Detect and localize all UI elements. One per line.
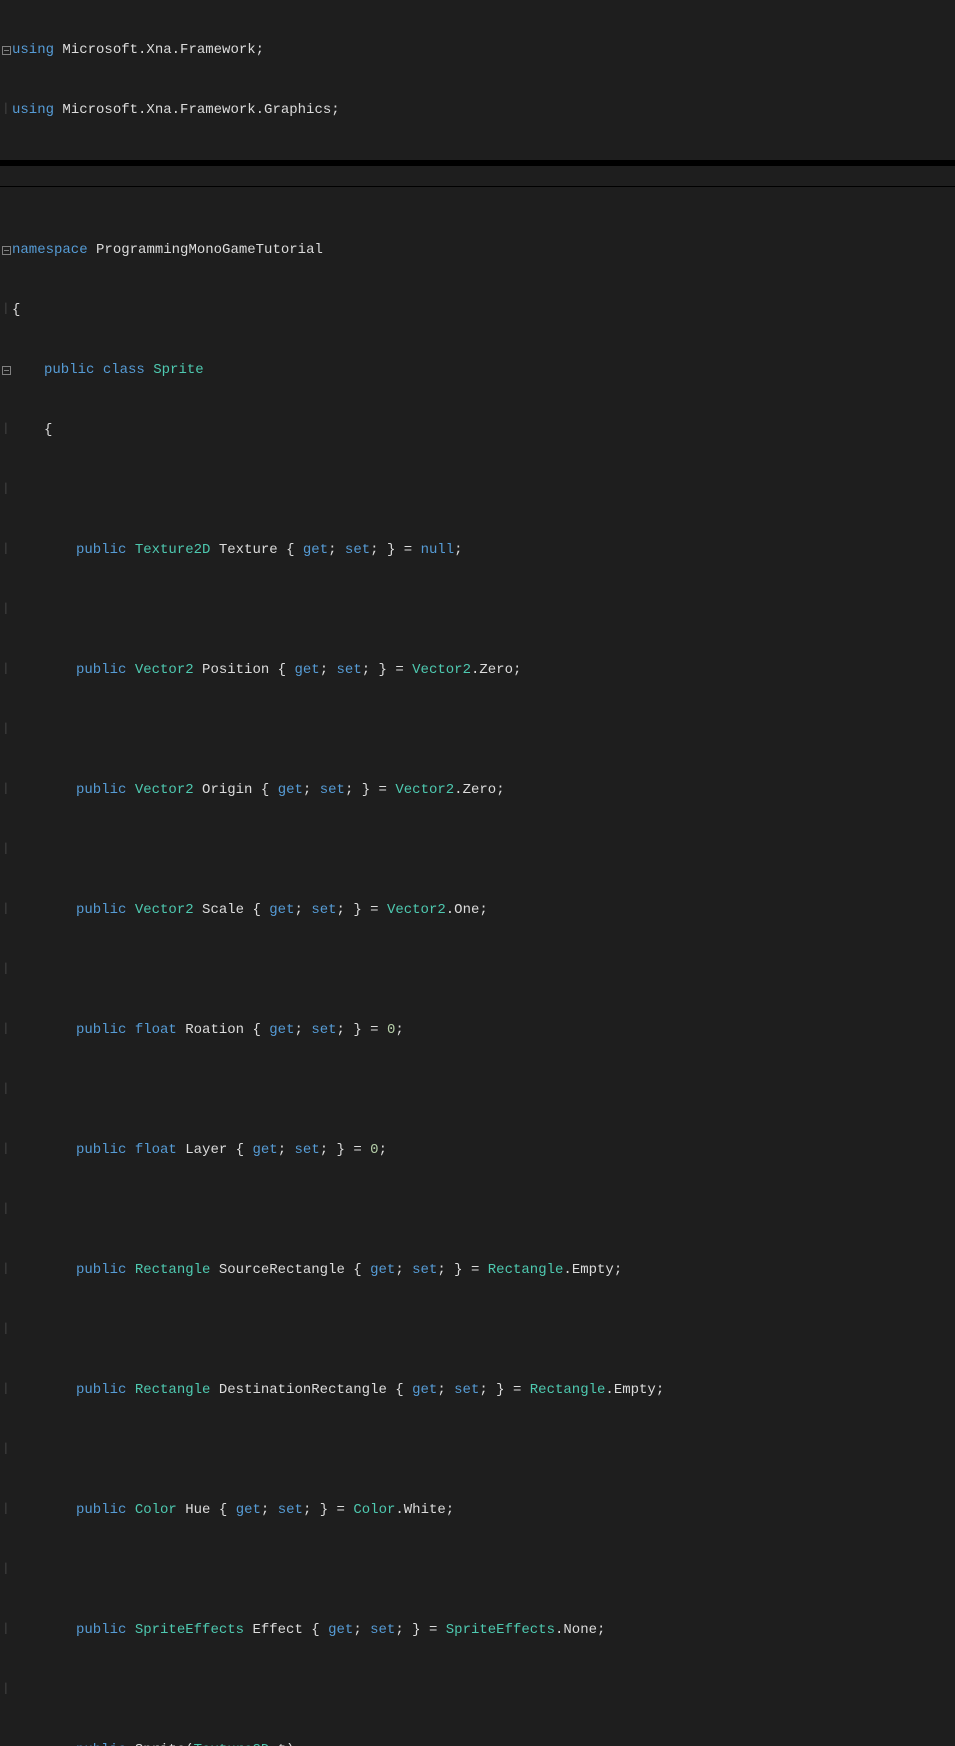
code-line[interactable]: namespace ProgrammingMonoGameTutorial xyxy=(0,240,955,260)
code-line[interactable]: │public Rectangle SourceRectangle { get;… xyxy=(0,1260,955,1280)
code-line[interactable]: │public Vector2 Position { get; set; } =… xyxy=(0,660,955,680)
code-line[interactable]: │{ xyxy=(0,420,955,440)
namespace-ref: Microsoft.Xna.Framework xyxy=(62,42,255,58)
blank-line[interactable]: │ xyxy=(0,1200,955,1220)
fold-icon[interactable] xyxy=(0,1740,12,1746)
blank-line[interactable]: │ xyxy=(0,1560,955,1580)
fold-icon[interactable] xyxy=(0,40,12,60)
blank-line[interactable]: │ xyxy=(0,1440,955,1460)
code-line[interactable]: public Sprite(Texture2D t) xyxy=(0,1740,955,1746)
blank-line[interactable]: │ xyxy=(0,600,955,620)
fold-icon[interactable] xyxy=(0,240,12,260)
code-line[interactable]: │public float Roation { get; set; } = 0; xyxy=(0,1020,955,1040)
blank-line[interactable]: │ xyxy=(0,720,955,740)
blank-line[interactable]: │ xyxy=(0,1080,955,1100)
fold-guide: │ xyxy=(0,100,12,120)
code-line[interactable]: │public float Layer { get; set; } = 0; xyxy=(0,1140,955,1160)
blank-line[interactable]: │ xyxy=(0,480,955,500)
kw-using: using xyxy=(12,42,54,58)
kw-namespace: namespace xyxy=(12,242,88,258)
code-line[interactable]: │public Rectangle DestinationRectangle {… xyxy=(0,1380,955,1400)
code-line[interactable]: │public Color Hue { get; set; } = Color.… xyxy=(0,1500,955,1520)
code-line[interactable]: │public Vector2 Scale { get; set; } = Ve… xyxy=(0,900,955,920)
class-name: Sprite xyxy=(153,362,203,378)
separator xyxy=(0,186,955,200)
blank-line[interactable]: │ xyxy=(0,1320,955,1340)
code-line[interactable]: using Microsoft.Xna.Framework; xyxy=(0,40,955,60)
code-line[interactable]: │public Texture2D Texture { get; set; } … xyxy=(0,540,955,560)
separator xyxy=(0,160,955,166)
blank-line[interactable]: │ xyxy=(0,960,955,980)
blank-line[interactable]: │ xyxy=(0,840,955,860)
code-line[interactable]: │ { xyxy=(0,300,955,320)
code-editor[interactable]: using Microsoft.Xna.Framework; │ using M… xyxy=(0,0,955,1746)
kw-using: using xyxy=(12,102,54,118)
fold-guide: │ xyxy=(0,300,12,320)
fold-icon[interactable] xyxy=(0,360,12,380)
code-line[interactable]: │ using Microsoft.Xna.Framework.Graphics… xyxy=(0,100,955,120)
namespace-ref: Microsoft.Xna.Framework.Graphics xyxy=(62,102,331,118)
namespace-name: ProgrammingMonoGameTutorial xyxy=(96,242,323,258)
blank-line[interactable]: │ xyxy=(0,1680,955,1700)
code-line[interactable]: │public Vector2 Origin { get; set; } = V… xyxy=(0,780,955,800)
code-line[interactable]: public class Sprite xyxy=(0,360,955,380)
code-line[interactable]: │public SpriteEffects Effect { get; set;… xyxy=(0,1620,955,1640)
